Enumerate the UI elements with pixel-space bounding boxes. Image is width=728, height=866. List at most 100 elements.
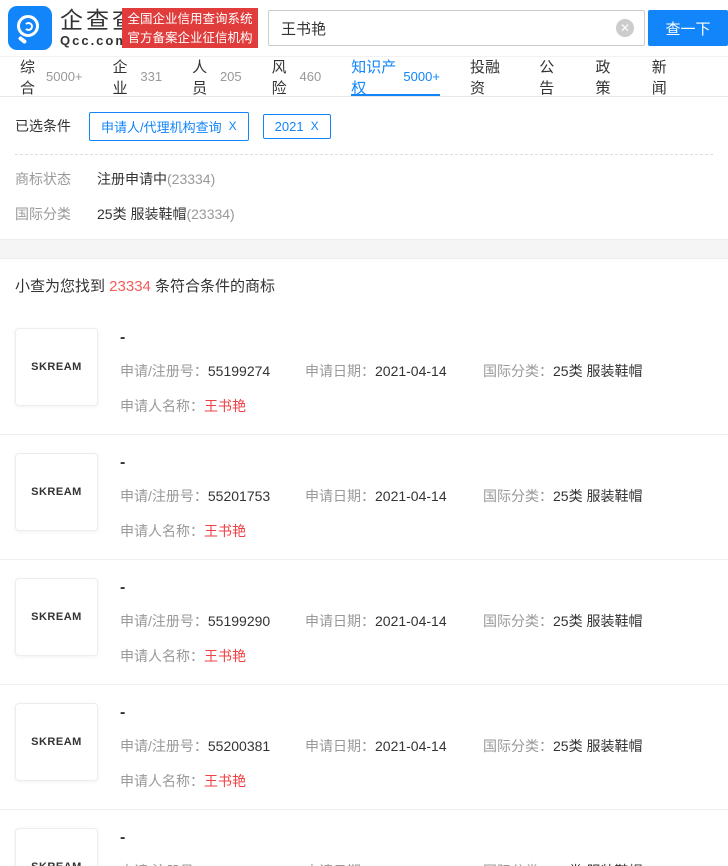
filter-tag-year-2021[interactable]: 2021 X	[262, 113, 331, 139]
trademark-applicant-row: 申请人名称：王书艳	[120, 771, 713, 791]
trademark-image[interactable]: SKREAM	[15, 703, 98, 781]
trademark-title[interactable]: -	[120, 830, 713, 846]
trademark-title[interactable]: -	[120, 705, 713, 721]
filter-row-label: 国际分类	[15, 205, 71, 222]
trademark-title[interactable]: -	[120, 330, 713, 346]
filter-option-count: (23334)	[186, 205, 235, 222]
trademark-card: SKREAM - 申请/注册号：55199290 申请日期：2021-04-14…	[0, 559, 728, 684]
selected-conditions-label: 已选条件	[15, 118, 71, 134]
result-tabs-bar: 综合 5000+ 企业 331 人员 205 风险 460 知识产权 5000+…	[0, 56, 728, 97]
trademark-image-text: SKREAM	[31, 736, 82, 748]
tab-intellectual-property[interactable]: 知识产权 5000+	[351, 57, 440, 97]
summary-suffix: 条符合条件的商标	[150, 278, 276, 295]
filter-row-label: 商标状态	[15, 170, 71, 187]
field-apply-date: 申请日期：2021-04-14	[305, 488, 447, 504]
header: 企查查 Qcc.com 全国企业信用查询系统 官方备案企业征信机构 ✕ 查一下	[0, 0, 728, 56]
field-reg-no: 申请/注册号：55201753	[120, 488, 271, 504]
field-intl-class: 国际分类：25类 服装鞋帽	[483, 363, 643, 379]
tab-company[interactable]: 企业 331	[112, 57, 163, 97]
remove-filter-icon[interactable]: X	[311, 119, 319, 133]
field-applicant: 申请人名称：王书艳	[120, 773, 246, 789]
trademark-applicant-row: 申请人名称：王书艳	[120, 646, 713, 666]
trademark-fields-row: 申请/注册号：55201753 申请日期：2021-04-14 国际分类：25类…	[120, 486, 713, 506]
tab-news[interactable]: 新闻	[652, 57, 678, 97]
trademark-image[interactable]: SKREAM	[15, 828, 98, 866]
applicant-link[interactable]: 王书艳	[204, 398, 246, 414]
trademark-info: - 申请/注册号：55201753 申请日期：2021-04-14 国际分类：2…	[120, 453, 713, 541]
tab-count: 460	[299, 69, 322, 84]
tab-policy[interactable]: 政策	[595, 57, 622, 97]
tab-label: 知识产权	[351, 58, 397, 97]
tab-count: 331	[140, 69, 163, 84]
tab-composite[interactable]: 综合 5000+	[20, 57, 83, 97]
tab-count: 5000+	[403, 69, 440, 84]
search-input[interactable]	[269, 19, 616, 37]
trademark-image[interactable]: SKREAM	[15, 578, 98, 656]
trademark-info: - 申请/注册号：55200265 申请日期：2021-04-14 国际分类：2…	[120, 828, 713, 866]
field-apply-date: 申请日期：2021-04-14	[305, 738, 447, 754]
field-applicant: 申请人名称：王书艳	[120, 523, 246, 539]
tab-investment[interactable]: 投融资	[469, 57, 509, 97]
certification-badge: 全国企业信用查询系统 官方备案企业征信机构	[122, 8, 258, 48]
tab-label: 公告	[539, 58, 555, 97]
filter-option[interactable]: 25类 服装鞋帽(23334)	[97, 204, 235, 224]
trademark-info: - 申请/注册号：55200381 申请日期：2021-04-14 国际分类：2…	[120, 703, 713, 791]
trademark-applicant-row: 申请人名称：王书艳	[120, 396, 713, 416]
trademark-title[interactable]: -	[120, 455, 713, 471]
trademark-image[interactable]: SKREAM	[15, 453, 98, 531]
badge-line2: 官方备案企业征信机构	[127, 31, 253, 46]
remove-filter-icon[interactable]: X	[229, 119, 237, 133]
filter-panel: 已选条件 申请人/代理机构查询 X 2021 X 商标状态 注册申请中(2333…	[0, 97, 728, 239]
field-reg-no: 申请/注册号：55199290	[120, 613, 271, 629]
applicant-link[interactable]: 王书艳	[204, 648, 246, 664]
tab-label: 人员	[192, 58, 208, 97]
tab-label: 综合	[20, 58, 36, 97]
badge-line1: 全国企业信用查询系统	[127, 12, 253, 26]
field-applicant: 申请人名称：王书艳	[120, 398, 246, 414]
trademark-image[interactable]: SKREAM	[15, 328, 98, 406]
trademark-image-text: SKREAM	[31, 861, 82, 866]
tab-count: 5000+	[46, 69, 83, 84]
search-box: ✕	[268, 10, 645, 46]
tab-label: 投融资	[469, 58, 500, 97]
results-list: SKREAM - 申请/注册号：55199274 申请日期：2021-04-14…	[0, 310, 728, 866]
filter-tag-label: 申请人/代理机构查询	[101, 119, 222, 135]
field-apply-date: 申请日期：2021-04-14	[305, 861, 483, 866]
results-summary: 小查为您找到 23334 条符合条件的商标	[0, 259, 728, 310]
filter-tag-applicant-query[interactable]: 申请人/代理机构查询 X	[89, 111, 249, 141]
trademark-image-text: SKREAM	[31, 361, 82, 373]
field-reg-no: 申请/注册号：55200265	[120, 861, 305, 866]
applicant-link[interactable]: 王书艳	[204, 523, 246, 539]
qcc-logo-icon	[8, 6, 52, 50]
tab-risk[interactable]: 风险 460	[271, 57, 322, 97]
tab-label: 政策	[595, 58, 611, 97]
field-intl-class: 国际分类：25类 服装鞋帽	[483, 861, 642, 866]
filter-tag-label: 2021	[274, 118, 304, 134]
trademark-image-text: SKREAM	[31, 611, 82, 623]
field-reg-no: 申请/注册号：55200381	[120, 738, 271, 754]
summary-prefix: 小查为您找到	[15, 278, 110, 295]
trademark-card: SKREAM - 申请/注册号：55199274 申请日期：2021-04-14…	[0, 310, 728, 434]
tab-label: 风险	[271, 58, 287, 97]
field-reg-no: 申请/注册号：55199274	[120, 363, 271, 379]
trademark-info: - 申请/注册号：55199290 申请日期：2021-04-14 国际分类：2…	[120, 578, 713, 666]
applicant-link[interactable]: 王书艳	[204, 773, 246, 789]
field-apply-date: 申请日期：2021-04-14	[305, 363, 447, 379]
filter-option[interactable]: 注册申请中(23334)	[97, 169, 215, 189]
tab-label: 企业	[112, 58, 128, 97]
trademark-card: SKREAM - 申请/注册号：55200265 申请日期：2021-04-14…	[0, 809, 728, 866]
trademark-fields-row: 申请/注册号：55199290 申请日期：2021-04-14 国际分类：25类…	[120, 611, 713, 631]
field-intl-class: 国际分类：25类 服装鞋帽	[483, 488, 643, 504]
trademark-applicant-row: 申请人名称：王书艳	[120, 521, 713, 541]
search-button[interactable]: 查一下	[648, 10, 728, 46]
tab-announcement[interactable]: 公告	[539, 57, 565, 97]
field-apply-date: 申请日期：2021-04-14	[305, 613, 447, 629]
qcc-logo[interactable]: 企查查 Qcc.com	[8, 6, 138, 50]
clear-search-icon[interactable]: ✕	[616, 19, 634, 37]
field-applicant: 申请人名称：王书艳	[120, 648, 246, 664]
selected-conditions-row: 已选条件 申请人/代理机构查询 X 2021 X	[15, 111, 713, 141]
tab-person[interactable]: 人员 205	[192, 57, 242, 97]
trademark-title[interactable]: -	[120, 580, 713, 596]
section-divider	[0, 239, 728, 259]
trademark-fields-row: 申请/注册号：55200265 申请日期：2021-04-14 国际分类：25类…	[120, 861, 713, 866]
